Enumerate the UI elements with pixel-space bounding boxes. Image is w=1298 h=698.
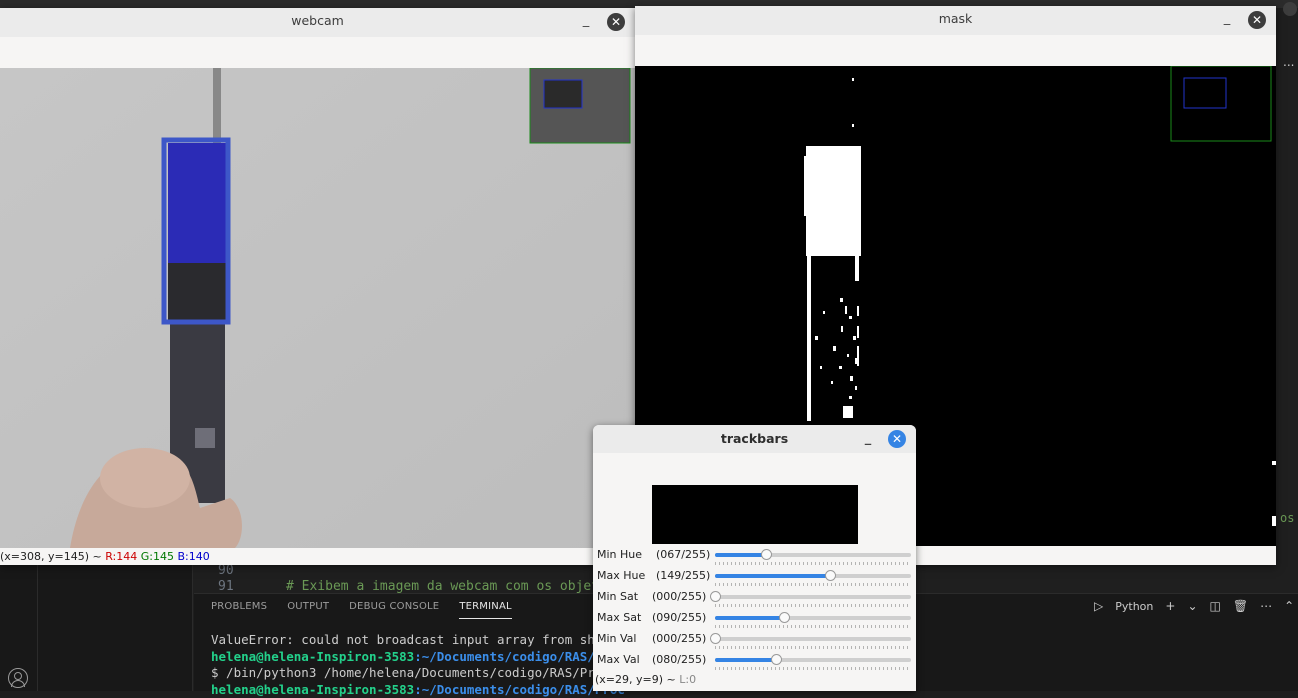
close-icon[interactable]: ✕ xyxy=(1248,11,1266,29)
trackbar-row: Max Hue (149/255) xyxy=(597,569,913,590)
minimize-icon[interactable]: _ xyxy=(581,16,591,28)
tab-output[interactable]: OUTPUT xyxy=(287,601,329,619)
trackbars-titlebar[interactable]: trackbars _ ✕ xyxy=(593,425,916,453)
trackbar-label: Min Hue xyxy=(597,548,642,561)
trackbar-value: (080/255) xyxy=(652,653,706,666)
trackbar-fill xyxy=(715,553,766,557)
trackbar-value: (149/255) xyxy=(656,569,710,582)
trackbar-handle[interactable] xyxy=(825,570,836,581)
terminal-name[interactable]: Python xyxy=(1115,600,1153,613)
trackbar-row: Max Val (080/255) xyxy=(597,653,913,674)
trackbar-row: Max Sat (090/255) xyxy=(597,611,913,632)
trackbar-label: Max Hue xyxy=(597,569,645,582)
trackbar-ticks xyxy=(715,667,911,670)
tab-problems[interactable]: PROBLEMS xyxy=(211,601,267,619)
trackbar-handle[interactable] xyxy=(761,549,772,560)
terminal-output[interactable]: ValueError: could not broadcast input ar… xyxy=(211,632,625,698)
vscode-editor-edge xyxy=(1276,8,1298,565)
terminal-icon[interactable]: ▷ xyxy=(1094,599,1103,613)
add-terminal-icon[interactable]: + xyxy=(1165,599,1175,613)
split-terminal-icon[interactable]: ◫ xyxy=(1210,599,1221,613)
trash-icon[interactable]: 🗑 xyxy=(1233,599,1248,613)
code-line: # Exibem a imagem da webcam com os objet xyxy=(286,579,599,594)
window-title: trackbars xyxy=(721,431,788,446)
terminal-line: helena@helena-Inspiron-3583:~/Documents/… xyxy=(211,649,625,666)
code-fragment: os xyxy=(1280,511,1294,525)
trackbar-row: Min Sat (000/255) xyxy=(597,590,913,611)
maximize-panel-icon[interactable]: ⌃ xyxy=(1284,599,1294,613)
window-title: mask xyxy=(939,11,973,26)
trackbar-fill xyxy=(715,616,784,620)
trackbar-ticks xyxy=(715,646,911,649)
activity-bar xyxy=(0,565,38,691)
trackbar-slider[interactable] xyxy=(715,595,911,599)
pixel-red: R:144 xyxy=(105,550,137,563)
trackbar-label: Min Sat xyxy=(597,590,638,603)
webcam-toolbar xyxy=(0,37,635,68)
trackbar-slider[interactable] xyxy=(715,658,911,662)
close-icon[interactable]: ✕ xyxy=(607,13,625,31)
trackbar-slider[interactable] xyxy=(715,637,911,641)
trackbar-slider[interactable] xyxy=(715,574,911,578)
trackbars-statusbar: (x=29, y=9) ~ L:0 xyxy=(595,673,696,686)
trackbar-label: Max Val xyxy=(597,653,640,666)
trackbar-row: Min Val (000/255) xyxy=(597,632,913,653)
explorer-sidebar xyxy=(38,565,193,691)
trackbar-value: (000/255) xyxy=(652,590,706,603)
more-icon[interactable]: ⋯ xyxy=(1260,599,1272,613)
trackbar-handle[interactable] xyxy=(710,633,721,644)
trackbar-label: Max Sat xyxy=(597,611,641,624)
webcam-titlebar[interactable]: webcam _ ✕ xyxy=(0,8,635,37)
trackbar-handle[interactable] xyxy=(771,654,782,665)
tab-debug-console[interactable]: DEBUG CONSOLE xyxy=(349,601,439,619)
trackbar-slider[interactable] xyxy=(715,616,911,620)
trackbar-ticks xyxy=(715,562,911,565)
trackbar-value: (090/255) xyxy=(652,611,706,624)
trackbars-preview xyxy=(652,485,858,544)
close-icon[interactable]: ✕ xyxy=(888,430,906,448)
trackbar-row: Min Hue (067/255) xyxy=(597,548,913,569)
more-actions-icon[interactable]: ... xyxy=(1283,55,1294,69)
trackbar-fill xyxy=(715,574,830,578)
webcam-window: webcam _ ✕ xyxy=(0,8,635,565)
pixel-coords: (x=308, y=145) ~ xyxy=(0,550,105,563)
pixel-green: G:145 xyxy=(141,550,174,563)
trackbar-slider[interactable] xyxy=(715,553,911,557)
tab-terminal[interactable]: TERMINAL xyxy=(459,601,511,619)
mask-titlebar[interactable]: mask _ ✕ xyxy=(635,6,1276,35)
trackbar-ticks xyxy=(715,583,911,586)
trackbar-fill xyxy=(715,658,776,662)
panel-actions: ▷ Python + ⌄ ◫ 🗑 ⋯ ⌃ ✕ xyxy=(1094,599,1298,613)
close-icon[interactable] xyxy=(1283,2,1297,16)
pixel-level: L:0 xyxy=(679,673,696,686)
trackbar-value: (000/255) xyxy=(652,632,706,645)
minimize-icon[interactable]: _ xyxy=(1222,14,1232,26)
line-number: 90 xyxy=(218,563,258,578)
trackbar-value: (067/255) xyxy=(656,548,710,561)
pixel-coords: (x=29, y=9) ~ xyxy=(595,673,676,686)
webcam-statusbar: (x=308, y=145) ~ R:144 G:145 B:140 xyxy=(0,548,635,565)
webcam-frame[interactable] xyxy=(0,68,635,548)
minimize-icon[interactable]: _ xyxy=(863,434,873,446)
window-title: webcam xyxy=(291,13,344,28)
trackbar-label: Min Val xyxy=(597,632,636,645)
trackbar-handle[interactable] xyxy=(710,591,721,602)
mask-toolbar xyxy=(635,35,1276,66)
pixel-blue: B:140 xyxy=(177,550,209,563)
line-number: 91 xyxy=(218,579,258,594)
account-icon[interactable] xyxy=(8,668,28,688)
trackbar-ticks xyxy=(715,604,911,607)
webcam-image xyxy=(0,68,635,548)
terminal-line: helena@helena-Inspiron-3583:~/Documents/… xyxy=(211,682,625,698)
trackbars-window: trackbars _ ✕ Min Hue (067/255) Max Hue (14… xyxy=(593,425,916,691)
terminal-line: ValueError: could not broadcast input ar… xyxy=(211,632,625,649)
chevron-down-icon[interactable]: ⌄ xyxy=(1187,599,1197,613)
trackbar-ticks xyxy=(715,625,911,628)
terminal-line: $ /bin/python3 /home/helena/Documents/co… xyxy=(211,665,625,682)
panel-tabs: PROBLEMS OUTPUT DEBUG CONSOLE TERMINAL xyxy=(211,601,532,619)
trackbar-handle[interactable] xyxy=(779,612,790,623)
